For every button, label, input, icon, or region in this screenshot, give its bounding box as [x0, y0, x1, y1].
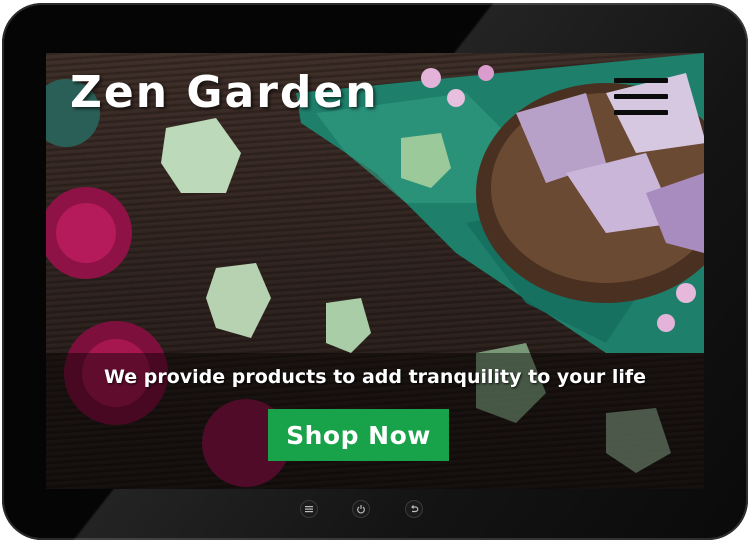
site-title: Zen Garden: [70, 67, 379, 118]
power-icon[interactable]: [352, 500, 370, 518]
back-arrow-icon[interactable]: [405, 500, 423, 518]
hamburger-menu-icon[interactable]: [612, 72, 668, 120]
menu-list-icon[interactable]: [300, 500, 318, 518]
shop-now-button[interactable]: Shop Now: [268, 409, 449, 461]
hero-screen: Zen Garden We provide products to add tr…: [46, 53, 704, 489]
tablet-device: Zen Garden We provide products to add tr…: [2, 3, 748, 540]
hero-tagline: We provide products to add tranquility t…: [103, 366, 647, 388]
